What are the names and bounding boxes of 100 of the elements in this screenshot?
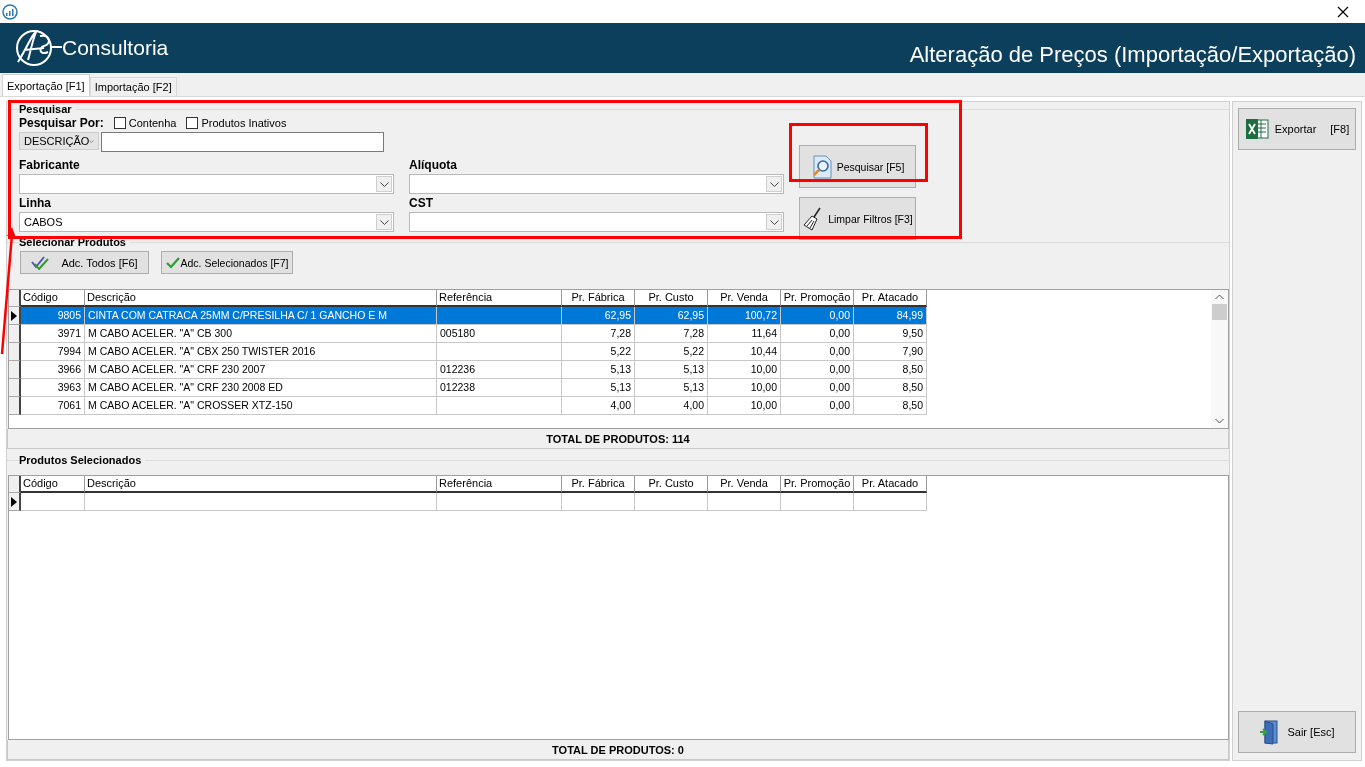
grid-corner	[9, 290, 21, 307]
checkbox-label: Contenha	[128, 117, 177, 129]
total-label: TOTAL DE PRODUTOS: 0	[552, 743, 684, 756]
column-header[interactable]: Pr. Custo	[635, 476, 708, 493]
column-header[interactable]: Código	[21, 476, 85, 493]
table-cell: 9805	[21, 307, 85, 325]
column-header[interactable]: Pr. Promoção	[781, 476, 854, 493]
group-title: Pesquisar	[19, 103, 76, 115]
dropdown-button[interactable]	[376, 176, 392, 192]
column-header[interactable]: Pr. Atacado	[854, 290, 927, 307]
tab[interactable]: Exportação [F1]	[2, 74, 90, 96]
row-pointer-icon	[11, 496, 17, 507]
close-icon[interactable]	[1337, 5, 1349, 18]
add-all-button[interactable]: Adc. Todos [F6]	[20, 251, 149, 274]
grid-corner	[9, 476, 21, 493]
table-cell: 005180	[437, 325, 562, 343]
field-label: Fabricante	[19, 158, 81, 172]
scrollbar[interactable]	[1211, 290, 1228, 428]
checkbox[interactable]	[186, 117, 199, 129]
double-check-icon	[31, 255, 50, 270]
table-cell: 100,72	[708, 307, 781, 325]
table-cell: 0,00	[781, 325, 854, 343]
exit-button[interactable]: Sair [Esc]	[1238, 711, 1356, 753]
field-label: CST	[409, 196, 434, 210]
table-cell	[21, 493, 85, 511]
dropdown-button[interactable]	[376, 214, 392, 230]
row-selector[interactable]	[9, 325, 21, 343]
dropdown-button[interactable]	[766, 176, 782, 192]
field-label: Pesquisar Por:	[19, 116, 104, 130]
chevron-icon	[769, 181, 779, 187]
row-selector[interactable]	[9, 343, 21, 361]
search-field[interactable]	[101, 132, 384, 152]
column-header[interactable]: Pr. Fábrica	[562, 290, 635, 307]
dropdown-button[interactable]	[766, 214, 782, 230]
table-cell: 3971	[21, 325, 85, 343]
column-header[interactable]: Pr. Venda	[708, 476, 781, 493]
table-cell: 4,00	[562, 397, 635, 415]
dropdown-field[interactable]	[409, 212, 784, 232]
dropdown-field[interactable]: CABOS	[19, 212, 394, 232]
table-cell: 5,13	[635, 379, 708, 397]
table-cell: 11,64	[708, 325, 781, 343]
table-cell: 7,90	[854, 343, 927, 361]
table-cell: 9,50	[854, 325, 927, 343]
row-selector[interactable]	[9, 493, 21, 511]
export-button[interactable]: Exportar [F8]	[1238, 108, 1356, 150]
field-label: Alíquota	[409, 158, 458, 172]
row-selector[interactable]	[9, 379, 21, 397]
table-cell: CINTA COM CATRACA 25MM C/PRESILHA C/ 1 GANCHO E M	[85, 307, 437, 325]
column-header[interactable]: Descrição	[85, 290, 437, 307]
table-cell: 5,13	[635, 361, 708, 379]
table-cell: 7061	[21, 397, 85, 415]
table-cell: M CABO ACELER. "A" CRF 230 2007	[85, 361, 437, 379]
dropdown-field[interactable]	[19, 174, 394, 194]
table-cell: 5,13	[562, 379, 635, 397]
table-cell: 5,22	[562, 343, 635, 361]
table-cell: 7994	[21, 343, 85, 361]
table-cell: 62,95	[562, 307, 635, 325]
column-header[interactable]: Código	[21, 290, 85, 307]
tab[interactable]: Importação [F2]	[89, 77, 177, 96]
add-selected-button[interactable]: Adc. Selecionados [F7]	[161, 251, 293, 274]
row-selector[interactable]	[9, 307, 21, 325]
table-cell: 0,00	[781, 397, 854, 415]
dropdown-field[interactable]	[409, 174, 784, 194]
table-cell: 0,00	[781, 361, 854, 379]
clear-filters-button[interactable]: Limpar Filtros [F3]	[799, 197, 916, 240]
table-cell: 012238	[437, 379, 562, 397]
table-cell: M CABO ACELER. "A" CRF 230 2008 ED	[85, 379, 437, 397]
chevron-icon	[769, 219, 779, 225]
table-cell: 10,00	[708, 361, 781, 379]
field-label: Linha	[19, 196, 52, 210]
table-cell: M CABO ACELER. "A" CB 300	[85, 325, 437, 343]
total-label: TOTAL DE PRODUTOS: 114	[546, 432, 690, 445]
table-cell: 8,50	[854, 397, 927, 415]
column-header[interactable]: Pr. Fábrica	[562, 476, 635, 493]
column-header[interactable]: Referência	[437, 290, 562, 307]
table-cell: 10,00	[708, 397, 781, 415]
table-cell: 84,99	[854, 307, 927, 325]
table-cell: 3966	[21, 361, 85, 379]
table-cell: 5,22	[635, 343, 708, 361]
search-by-dropdown[interactable]: DESCRIÇÃO	[19, 132, 99, 150]
column-header[interactable]: Descrição	[85, 476, 437, 493]
column-header[interactable]: Pr. Custo	[635, 290, 708, 307]
column-header[interactable]: Referência	[437, 476, 562, 493]
search-icon	[810, 154, 833, 179]
column-header[interactable]: Pr. Promoção	[781, 290, 854, 307]
dropdown-value: CABOS	[24, 216, 63, 228]
scrollbar-thumb[interactable]	[1212, 304, 1227, 320]
check-icon	[165, 256, 180, 269]
table-cell: 012236	[437, 361, 562, 379]
column-header[interactable]: Pr. Atacado	[854, 476, 927, 493]
row-selector[interactable]	[9, 361, 21, 379]
chevron-icon	[379, 219, 389, 225]
table-cell: 10,00	[708, 379, 781, 397]
search-button[interactable]: Pesquisar [F5]	[799, 145, 916, 188]
checkbox[interactable]	[113, 117, 126, 129]
column-header[interactable]: Pr. Venda	[708, 290, 781, 307]
table-cell: 7,28	[635, 325, 708, 343]
row-selector[interactable]	[9, 397, 21, 415]
logo-text: Consultoria	[62, 36, 169, 60]
table-cell: 0,00	[781, 343, 854, 361]
